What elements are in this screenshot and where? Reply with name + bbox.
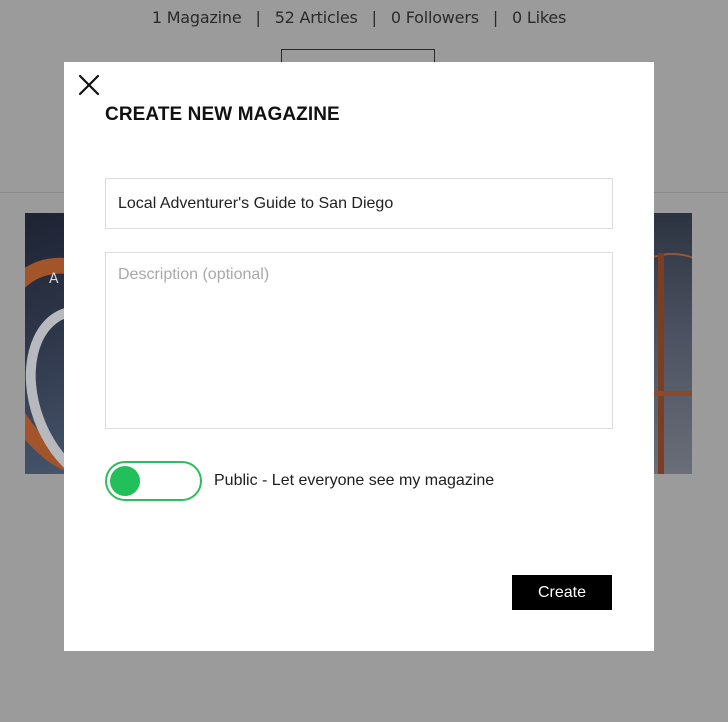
public-toggle-label: Public - Let everyone see my magazine	[214, 472, 495, 489]
public-toggle[interactable]	[105, 461, 202, 501]
stats-separator: |	[492, 8, 499, 27]
card-title-fragment: A	[49, 271, 59, 287]
stats-separator: |	[371, 8, 377, 27]
magazine-count: 1 Magazine	[151, 8, 242, 27]
dialog-title: CREATE NEW MAGAZINE	[105, 104, 340, 125]
article-count: 52 Articles	[274, 8, 358, 27]
follower-count: 0 Followers	[390, 8, 479, 27]
close-icon[interactable]	[77, 73, 101, 97]
card-art-shape	[658, 253, 664, 474]
create-magazine-dialog: CREATE NEW MAGAZINE Public - Let everyon…	[64, 62, 654, 651]
stats-separator: |	[255, 8, 261, 27]
profile-stats: 1 Magazine | 52 Articles | 0 Followers | 0 Lik…	[0, 8, 718, 27]
magazine-name-input[interactable]	[105, 178, 613, 229]
create-button[interactable]: Create	[512, 575, 612, 610]
description-input[interactable]	[105, 252, 613, 429]
toggle-knob	[110, 466, 140, 496]
like-count: 0 Likes	[512, 8, 567, 27]
